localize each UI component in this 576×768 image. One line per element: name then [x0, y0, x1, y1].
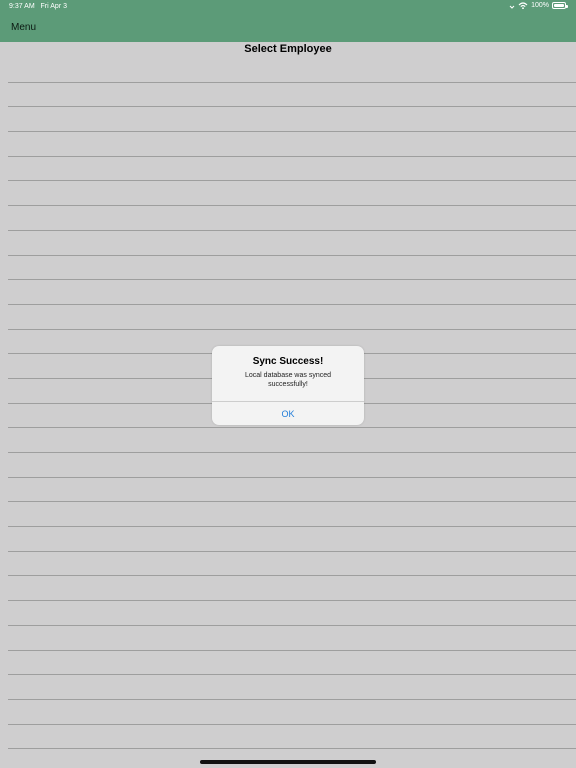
list-item[interactable] — [8, 256, 576, 281]
list-item[interactable] — [8, 576, 576, 602]
alert-title: Sync Success! — [252, 356, 324, 367]
status-time: 9:37 AM Fri Apr 3 — [9, 3, 67, 10]
list-item[interactable] — [8, 107, 576, 133]
signal-icon — [509, 5, 515, 9]
battery-percent: 100% — [531, 2, 549, 9]
list-item[interactable] — [8, 601, 576, 626]
list-item[interactable] — [8, 502, 576, 528]
list-item[interactable] — [8, 675, 576, 700]
list-item[interactable] — [8, 305, 576, 330]
alert-message: Local database was synced successfully! — [245, 372, 331, 388]
list-item[interactable] — [8, 626, 576, 651]
list-item[interactable] — [8, 428, 576, 453]
list-item[interactable] — [8, 527, 576, 552]
list-item[interactable] — [8, 478, 576, 503]
page-title: Select Employee — [244, 43, 332, 55]
list-item[interactable] — [8, 651, 576, 676]
list-item[interactable] — [8, 453, 576, 478]
list-item[interactable] — [8, 58, 576, 83]
list-item[interactable] — [8, 83, 576, 108]
status-bar: 9:37 AM Fri Apr 3 100% — [0, 0, 576, 14]
status-date-value: Fri Apr 3 — [40, 3, 67, 10]
list-item[interactable] — [8, 280, 576, 305]
list-item[interactable] — [8, 725, 576, 750]
ok-button[interactable]: OK — [212, 401, 364, 425]
list-item[interactable] — [8, 132, 576, 157]
status-right: 100% — [509, 2, 568, 9]
wifi-icon — [518, 2, 528, 9]
sync-success-alert: Sync Success! Local database was synced … — [212, 346, 364, 425]
list-item[interactable] — [8, 700, 576, 725]
list-item[interactable] — [8, 181, 576, 207]
home-indicator[interactable] — [200, 760, 376, 764]
list-item[interactable] — [8, 552, 576, 577]
menu-button[interactable]: Menu — [11, 22, 36, 33]
battery-icon — [552, 2, 568, 9]
list-item[interactable] — [8, 157, 576, 182]
list-item[interactable] — [8, 206, 576, 231]
status-time-value: 9:37 AM — [9, 3, 35, 10]
list-item[interactable] — [8, 231, 576, 256]
navigation-bar: Menu — [0, 14, 576, 42]
